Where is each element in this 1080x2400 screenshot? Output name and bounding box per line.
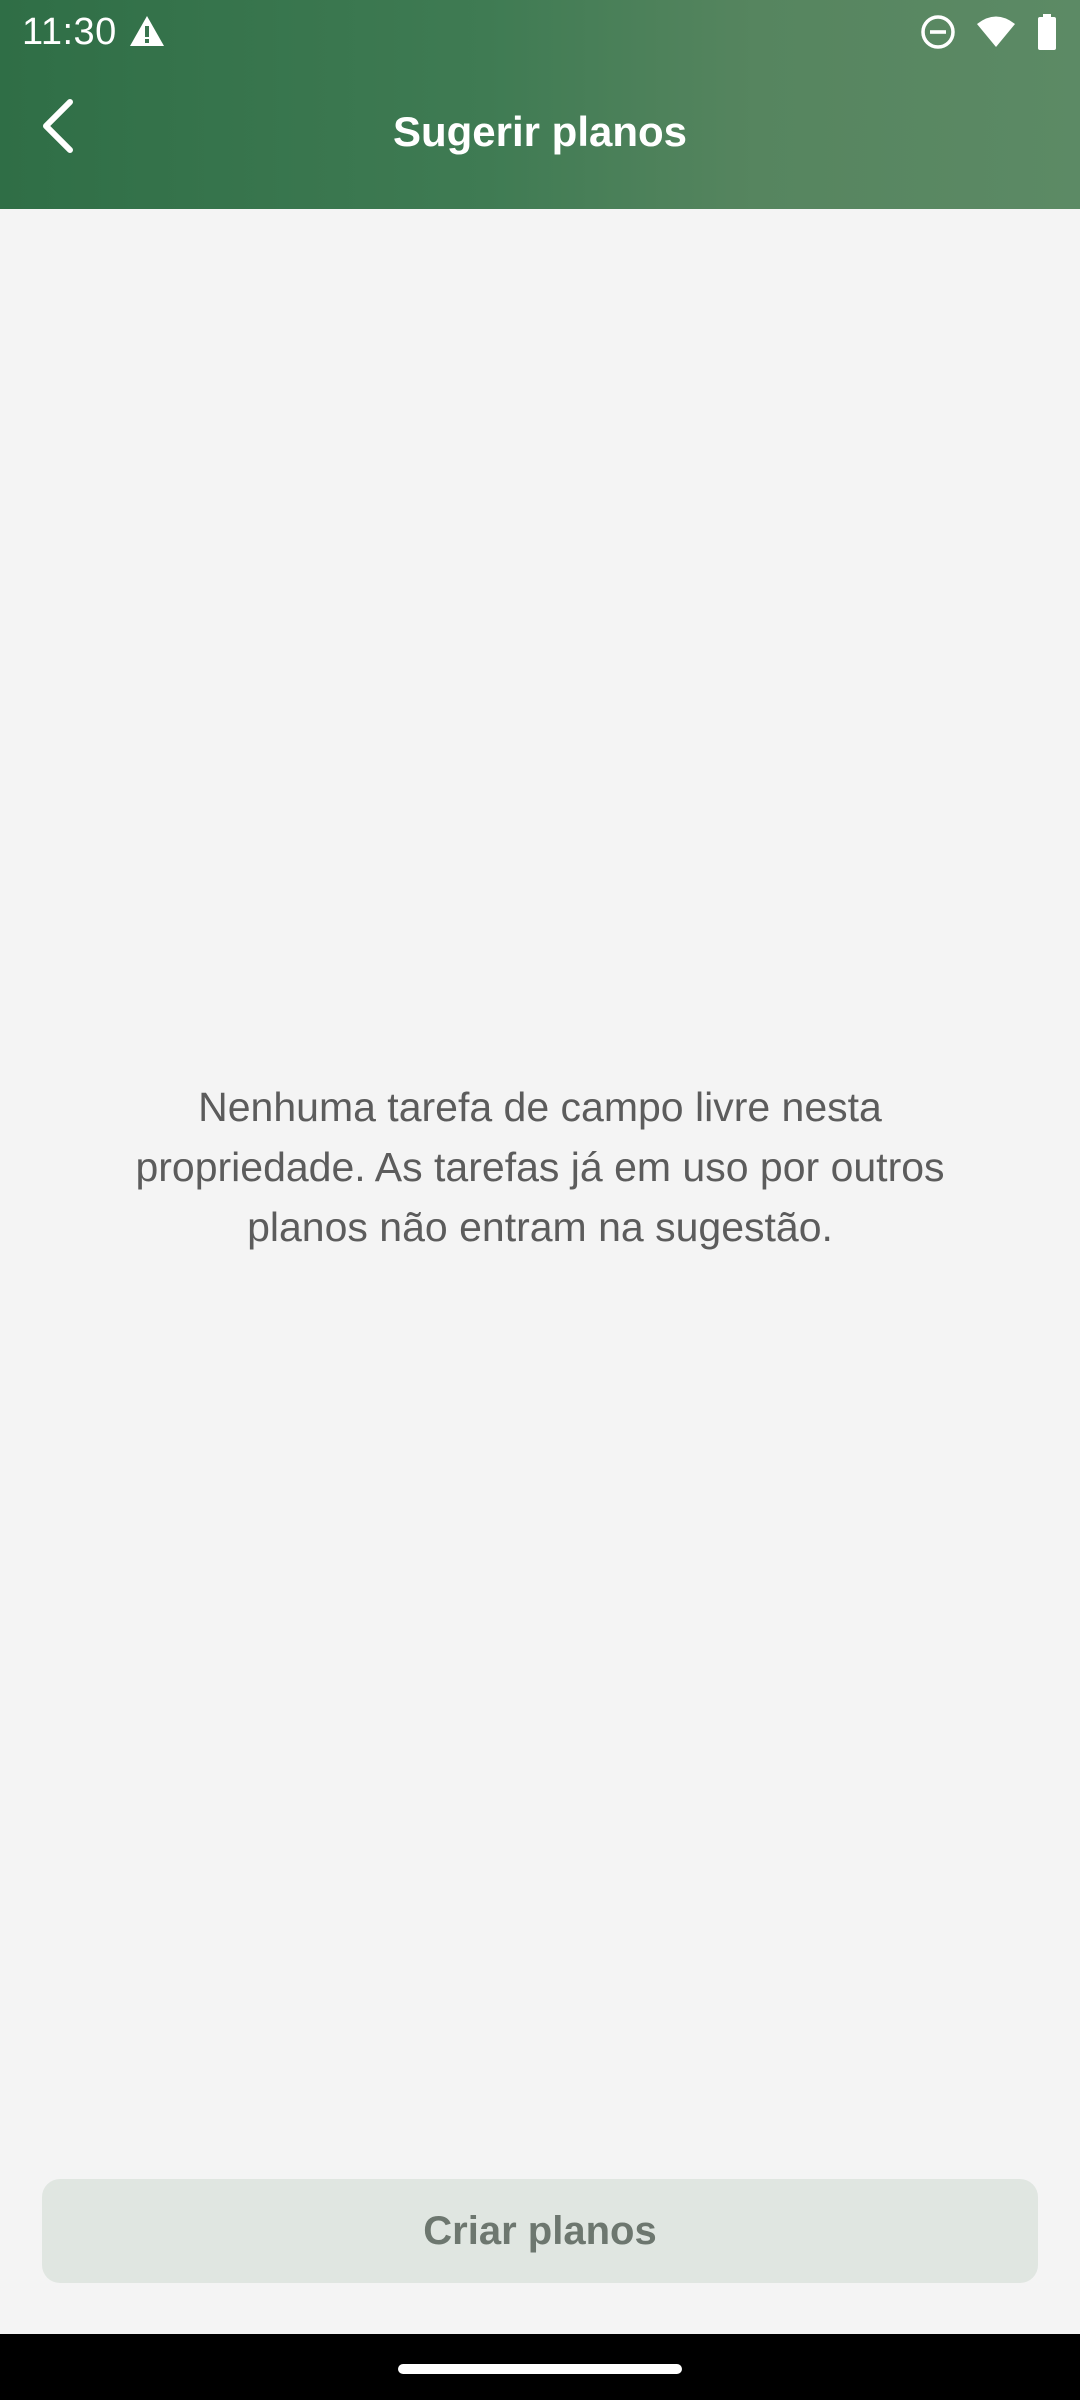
status-time: 11:30 [22,11,117,53]
battery-icon [1036,14,1058,50]
status-bar: 11:30 [0,0,1080,64]
do-not-disturb-icon [920,14,956,50]
wifi-icon [976,15,1016,49]
create-plans-button[interactable]: Criar planos [42,2179,1038,2283]
page-title: Sugerir planos [392,108,688,155]
alert-triangle-icon [128,14,166,48]
app-bar: Sugerir planos [0,64,1080,209]
status-icons [920,12,1058,52]
header-area: 11:30 Sugerir planos [0,0,1080,209]
empty-state-message: Nenhuma tarefa de campo livre nesta prop… [135,1084,945,1250]
screen: 11:30 Sugerir planos Nenhuma tarefa de c… [0,0,1080,2400]
navigation-bar [0,2334,1080,2400]
home-gesture-handle[interactable] [398,2364,682,2374]
